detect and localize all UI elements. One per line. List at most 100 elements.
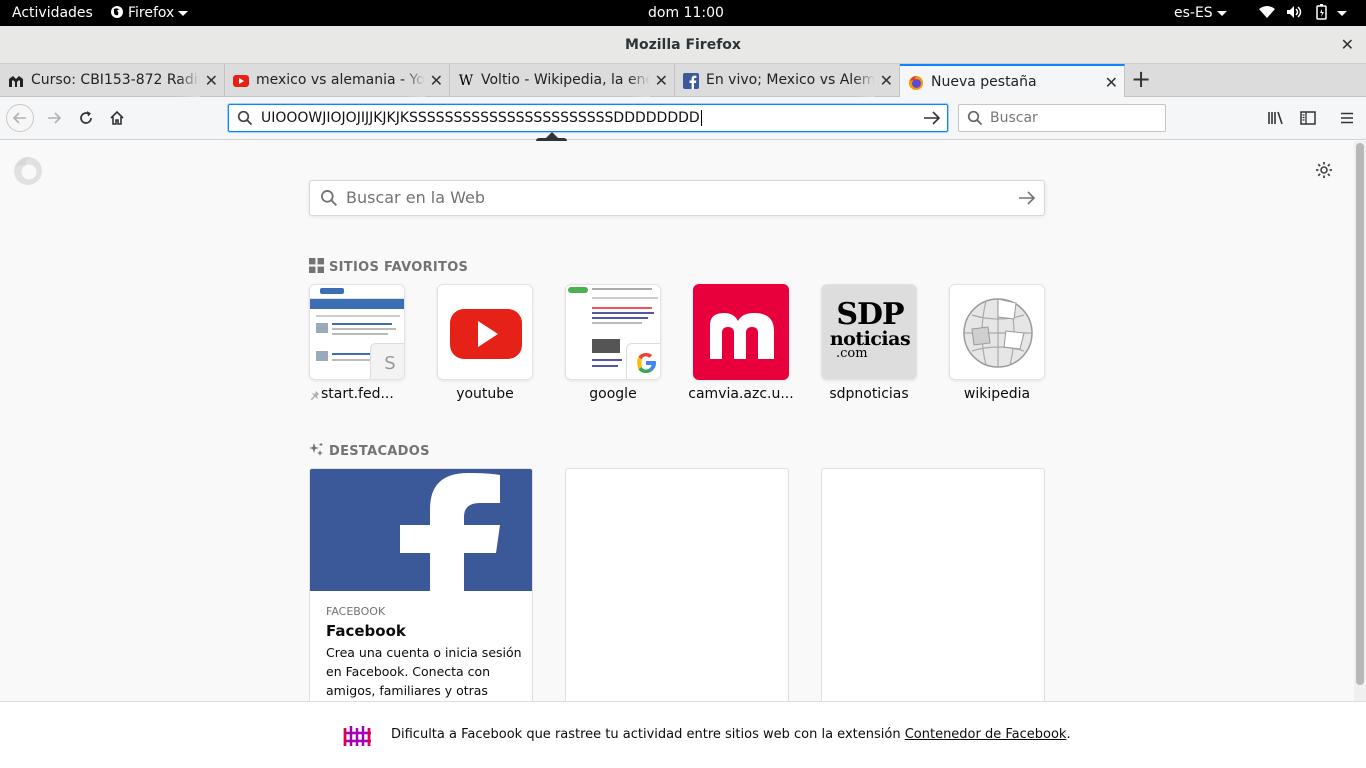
top-site-wikipedia[interactable]: wikipedia xyxy=(949,284,1045,402)
tab-label: Curso: CBI153-872 Radiación xyxy=(31,64,200,97)
scrollbar-thumb[interactable] xyxy=(1356,143,1364,685)
web-search-box[interactable]: Buscar en la Web xyxy=(309,180,1045,216)
top-site-google[interactable]: google xyxy=(565,284,661,402)
top-site-fedora[interactable]: S start.fed... xyxy=(309,284,405,402)
sdp-logo-line3: .com xyxy=(836,346,868,361)
tab-label: En vivo; Mexico vs Alemania xyxy=(706,64,875,97)
top-site-label: youtube xyxy=(456,386,514,402)
new-tab-button[interactable]: + xyxy=(1128,64,1154,97)
gear-icon[interactable] xyxy=(1315,161,1333,179)
tab-facebook[interactable]: En vivo; Mexico vs Alemania ✕ xyxy=(675,64,900,97)
highlight-card-placeholder xyxy=(821,468,1045,701)
sidebar-icon xyxy=(1300,111,1316,125)
highlight-title: Facebook xyxy=(326,622,406,640)
url-input[interactable]: UIOOOWJIOJOJIJJKJKJKSSSSSSSSSSSSSSSSSSSS… xyxy=(261,105,702,131)
reload-button[interactable] xyxy=(72,104,100,132)
top-site-label: wikipedia xyxy=(963,386,1031,402)
site-thumbnail xyxy=(949,284,1045,380)
wikipedia-icon: W xyxy=(458,73,474,89)
activities-button[interactable]: Actividades xyxy=(12,0,93,26)
back-button[interactable] xyxy=(6,104,34,132)
highlight-source: FACEBOOK xyxy=(326,605,386,618)
wifi-icon xyxy=(1259,6,1275,18)
top-sites-heading[interactable]: SITIOS FAVORITOS xyxy=(309,258,468,275)
forward-button[interactable] xyxy=(40,104,68,132)
back-arrow-icon xyxy=(12,112,26,124)
top-site-label: sdpnoticias xyxy=(829,386,909,402)
search-icon xyxy=(967,110,983,126)
web-search-placeholder: Buscar en la Web xyxy=(346,188,486,207)
close-tab-icon[interactable]: ✕ xyxy=(1105,66,1118,99)
google-icon xyxy=(637,353,656,373)
window-close-button[interactable]: ✕ xyxy=(1341,26,1354,64)
url-bar[interactable]: UIOOOWJIOJOJIJJKJKJKSSSSSSSSSSSSSSSSSSSS… xyxy=(228,104,948,132)
notification-text-before: Dificulta a Facebook que rastree tu acti… xyxy=(391,727,905,742)
tab-wikipedia[interactable]: W Voltio - Wikipedia, la enciclopedia ✕ xyxy=(450,64,675,97)
menu-button[interactable] xyxy=(1333,104,1361,132)
page-scrollbar[interactable] xyxy=(1354,141,1366,701)
tab-youtube[interactable]: mexico vs alemania - YouTube ✕ xyxy=(225,64,450,97)
close-tab-icon[interactable]: ✕ xyxy=(430,64,443,97)
chevron-down-icon xyxy=(1216,10,1227,16)
top-site-youtube[interactable]: youtube xyxy=(437,284,533,402)
hamburger-menu-icon xyxy=(1341,112,1353,124)
facebook-container-fence-icon xyxy=(343,726,371,746)
firefox-logo-icon xyxy=(14,157,42,185)
search-icon xyxy=(237,110,253,126)
top-site-camvia[interactable]: camvia.azc.u... xyxy=(688,284,794,402)
highlights-heading[interactable]: DESTACADOS xyxy=(309,442,430,459)
app-menu-button[interactable]: Firefox xyxy=(110,0,189,26)
clock[interactable]: dom 11:00 xyxy=(648,0,724,26)
tab-label: Nueva pestaña xyxy=(931,66,1100,99)
home-button[interactable] xyxy=(103,104,131,132)
tab-new-tab[interactable]: Nueva pestaña ✕ xyxy=(900,64,1125,99)
highlights-title: DESTACADOS xyxy=(329,444,430,459)
language-selector[interactable]: es-ES xyxy=(1174,0,1227,26)
language-label: es-ES xyxy=(1174,5,1213,21)
site-thumbnail: SDP noticias .com xyxy=(821,284,917,380)
site-thumbnail xyxy=(565,284,661,380)
facebook-container-link[interactable]: Contenedor de Facebook xyxy=(905,727,1067,742)
go-arrow-icon[interactable] xyxy=(923,110,941,126)
library-button[interactable] xyxy=(1262,104,1290,132)
highlight-card-facebook[interactable]: FACEBOOK Facebook Crea una cuenta o inic… xyxy=(309,468,533,701)
firefox-app-icon xyxy=(111,6,123,18)
camvia-logo-icon xyxy=(710,313,774,359)
notification-text: Dificulta a Facebook que rastree tu acti… xyxy=(391,702,1071,768)
tab-curso[interactable]: Curso: CBI153-872 Radiación ✕ xyxy=(0,64,225,97)
youtube-icon xyxy=(233,75,249,87)
sparkle-icon xyxy=(309,443,323,456)
system-status-menu[interactable] xyxy=(1258,0,1348,26)
site-letter-badge: S xyxy=(370,343,404,379)
highlight-description: Crea una cuenta o inicia sesión en Faceb… xyxy=(326,645,522,698)
facebook-icon xyxy=(683,73,699,89)
search-bar[interactable]: Buscar xyxy=(958,104,1166,132)
gnome-top-bar: Actividades Firefox dom 11:00 es-ES xyxy=(0,0,1366,26)
forward-arrow-icon xyxy=(48,112,62,124)
home-icon xyxy=(110,110,124,125)
battery-icon xyxy=(1316,4,1327,20)
site-thumbnail xyxy=(437,284,533,380)
close-tab-icon[interactable]: ✕ xyxy=(655,64,668,97)
grid-icon xyxy=(309,258,324,273)
new-tab-page: Buscar en la Web SITIOS FAVORITOS S star… xyxy=(0,141,1354,701)
search-placeholder: Buscar xyxy=(990,110,1038,126)
highlight-image xyxy=(310,469,532,591)
notification-text-after: . xyxy=(1066,727,1071,742)
moodle-icon xyxy=(9,76,23,87)
navigation-toolbar: UIOOOWJIOJOJIJJKJKJKSSSSSSSSSSSSSSSSSSSS… xyxy=(0,97,1366,140)
chevron-down-icon xyxy=(1337,10,1348,16)
reload-icon xyxy=(80,111,92,124)
tab-strip: Curso: CBI153-872 Radiación ✕ mexico vs … xyxy=(0,64,1366,99)
site-thumbnail xyxy=(693,284,789,380)
site-thumbnail: S xyxy=(309,284,405,380)
top-site-label: google xyxy=(589,386,637,402)
sdp-logo-line1: SDP xyxy=(836,297,904,332)
top-site-sdpnoticias[interactable]: SDP noticias .com sdpnoticias xyxy=(821,284,917,402)
youtube-logo-icon xyxy=(450,309,522,359)
chevron-down-icon xyxy=(178,10,189,16)
close-tab-icon[interactable]: ✕ xyxy=(880,64,893,97)
close-tab-icon[interactable]: ✕ xyxy=(205,64,218,97)
sidebar-button[interactable] xyxy=(1294,104,1322,132)
go-arrow-icon[interactable] xyxy=(1018,190,1036,206)
